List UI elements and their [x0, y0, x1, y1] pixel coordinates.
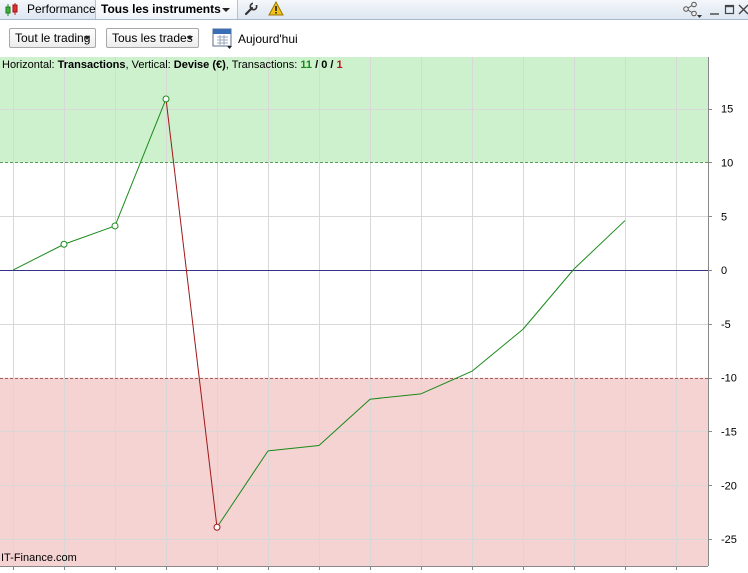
data-point-marker [60, 240, 68, 248]
data-point-marker [213, 523, 221, 531]
count-separator: / [312, 59, 322, 71]
y-tick-label: -25 [721, 534, 737, 546]
vertical-axis-value: Devise (€) [173, 59, 226, 71]
horizontal-axis-value: Transactions [57, 59, 126, 71]
losing-count: 1 [336, 59, 343, 71]
series-segment [522, 268, 575, 330]
y-tick-label: -20 [721, 480, 737, 492]
data-point-marker [111, 222, 119, 230]
y-tick-label: 10 [721, 157, 733, 169]
y-tick-label: 5 [721, 211, 727, 223]
series-segment [471, 328, 524, 372]
horizontal-prefix: Horizontal: [2, 59, 58, 71]
y-tick-label: -5 [721, 319, 731, 331]
footer-credit: IT-Finance.com [1, 552, 77, 564]
series-segment [12, 243, 65, 271]
loss-zone [0, 377, 708, 566]
y-tick-label: -10 [721, 373, 737, 385]
count-prefix: , Transactions: [225, 59, 301, 71]
equity-chart: 15 10 5 0 -5 -10 -15 -20 -25 [0, 57, 737, 570]
vertical-prefix: , Vertical: [125, 59, 174, 71]
data-point-marker [162, 95, 170, 103]
series-segment [63, 225, 116, 245]
chart-info-bar: Horizontal: Transactions, Vertical: Devi… [2, 59, 343, 71]
winning-count: 11 [300, 59, 313, 71]
y-tick-label: -15 [721, 426, 737, 438]
y-tick-label: 15 [721, 104, 733, 116]
y-tick-label: 0 [721, 265, 727, 277]
series-segment [573, 220, 626, 270]
